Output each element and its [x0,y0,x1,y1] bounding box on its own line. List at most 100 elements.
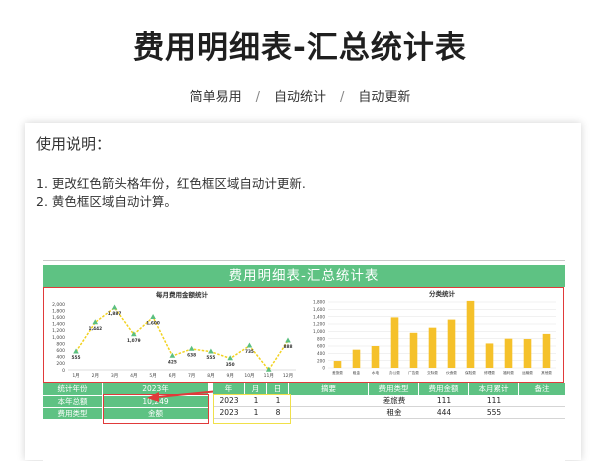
table-cell: 111 [469,395,519,407]
x-tick-label: 租金 [353,370,361,375]
table-cell[interactable]: 租金 [369,407,419,419]
x-tick-label: 12月 [283,373,293,379]
col-header-amount: 费用金额 [419,383,469,395]
bar [371,346,380,368]
tag-auto-stats: 自动统计 [273,90,326,105]
table-cell: 555 [469,407,519,419]
y-tick-label: 1,800 [52,308,65,314]
instruction-line-1: 1. 更改红色箭头格年份，红色框区域自动计更新. [36,176,306,191]
preview-card: 使用说明： 1. 更改红色箭头格年份，红色框区域自动计更新. 2. 黄色框区域自… [25,123,581,461]
table-cell[interactable]: 444 [419,407,469,419]
x-tick-label: 4月 [130,373,137,379]
data-label: 735 [245,349,254,355]
y-tick-label: 1,400 [313,314,325,319]
x-tick-label: 伙食费 [446,370,457,375]
data-label: 555 [72,355,81,361]
y-tick-label: 600 [56,348,65,354]
summary-label-type: 费用类型 [43,407,103,419]
x-tick-label: 交际费 [427,370,438,375]
data-label: 1,442 [88,326,102,332]
tagline: 简单易用 / 自动统计 / 自动更新 [0,86,600,105]
bar [542,333,551,368]
page-title: 费用明细表-汇总统计表 [133,30,467,66]
data-point-marker [150,314,156,319]
x-tick-label: 8月 [207,373,214,379]
x-tick-label: 7月 [188,373,195,379]
y-tick-label: 1,000 [313,329,325,334]
table-cell[interactable]: 111 [419,395,469,407]
line-chart-title: 每月费用金额统计 [156,290,209,299]
y-tick-label: 0 [322,366,325,371]
x-tick-label: 9月 [226,373,233,379]
bar-chart-title: 分类统计 [429,289,456,298]
category-bar-chart: 分类统计 0 200 400 600 800 1,000 1,200 1,400 1,600 1,8… [313,289,556,375]
y-tick-label: 1,000 [52,335,65,341]
y-tick-label: 1,200 [52,328,65,334]
x-tick-label: 运输费 [522,370,533,375]
bar [466,300,475,368]
bar [390,317,399,368]
y-tick-label: 400 [317,351,325,356]
x-tick-label: 修理费 [484,370,495,375]
x-tick-label: 保险费 [465,370,476,375]
sheet-title-bar: 费用明细表-汇总统计表 [43,265,565,287]
x-tick-label: 5月 [149,373,156,379]
data-label: 888 [284,344,293,350]
y-tick-label: 600 [317,344,325,349]
x-tick-label: 10月 [244,373,254,379]
data-label: 1,079 [127,338,141,344]
table-cell[interactable] [519,407,565,419]
tag-easy: 简单易用 [189,90,242,105]
data-point-marker [111,304,118,310]
x-tick-label: 1月 [72,373,79,379]
x-tick-label: 3月 [111,373,118,379]
data-label: 1,600 [146,321,160,327]
y-tick-label: 200 [56,361,65,367]
data-point-marker [208,348,214,354]
x-tick-label: 水电 [372,370,380,375]
tag-separator: / [255,90,260,105]
yellow-highlight-box [213,394,291,424]
x-tick-label: 办公费 [389,370,400,375]
data-point-marker [227,355,233,361]
y-tick-label: 1,400 [52,322,65,328]
x-tick-label: 其他费 [541,370,552,375]
spreadsheet-preview: 费用明细表-汇总统计表 每月费用金额统计 0 200 400 600 800 1,000 1,… [43,260,565,461]
data-point-marker [285,337,291,343]
summary-label-total: 本年总额 [43,395,103,407]
y-tick-label: 1,600 [52,315,65,321]
data-label: 1,887 [108,311,122,317]
monthly-line-chart: 每月费用金额统计02004006008001,0001,2001,4001,60… [52,290,296,379]
x-tick-label: 2月 [92,373,99,379]
x-tick-label: 广告费 [408,370,419,375]
bar [428,327,437,368]
data-label: 555 [206,355,215,361]
data-point-marker [188,345,195,351]
data-point-marker [73,348,79,354]
table-cell[interactable]: 差旅费 [369,395,419,407]
table-cell[interactable] [289,407,369,419]
x-tick-label: 差旅费 [332,370,343,375]
data-label: 638 [187,352,196,358]
col-header-monthly-total: 本月累计 [469,383,519,395]
bar [523,339,532,368]
y-tick-label: 400 [56,355,65,361]
col-header-summary: 摘要 [289,383,369,395]
tag-separator: / [340,90,345,105]
data-label: 425 [168,359,177,365]
data-label: 350 [226,362,235,368]
x-tick-label: 福利费 [503,370,514,375]
bar [485,343,494,368]
y-tick-label: 0 [62,368,65,374]
bar [409,332,418,368]
y-tick-label: 800 [317,336,325,341]
bar [352,349,361,368]
bar [447,319,456,368]
tag-auto-update: 自动更新 [358,90,411,105]
x-tick-label: 6月 [169,373,176,379]
table-cell[interactable] [519,395,565,407]
col-header-remarks: 备注 [519,383,565,395]
table-cell[interactable] [289,395,369,407]
instruction-line-2: 2. 黄色框区域自动计算。 [36,194,177,209]
col-header-type: 费用类型 [369,383,419,395]
